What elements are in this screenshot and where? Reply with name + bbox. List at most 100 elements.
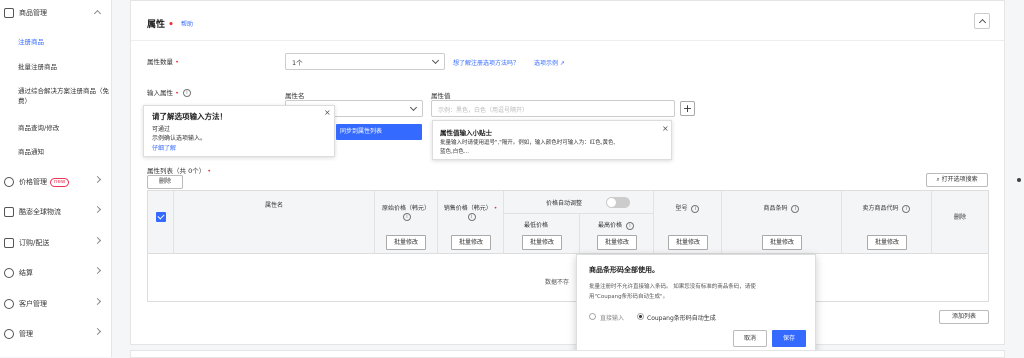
chevron-right-icon [93, 266, 102, 275]
attr-name-label: 属性名 [285, 92, 305, 100]
col-model: 型号 i 批量修改 [654, 191, 722, 254]
col-delete: 删除 [932, 191, 988, 254]
tip-title: 属性值输入小贴士 [440, 129, 492, 137]
info-icon: i [902, 204, 911, 213]
close-icon[interactable]: × [662, 124, 669, 133]
batch-edit-button[interactable]: 批量修改 [522, 235, 562, 250]
attr-count-select[interactable]: 1个 [285, 53, 445, 70]
tip-body: 批量输入时请使用逗号","隔开。例如，输入颜色时可输入为：红色,黄色, [440, 140, 616, 146]
nav-product-management[interactable]: 商品管理 [0, 4, 112, 22]
nav-settlement[interactable]: 结算 [0, 264, 112, 282]
nav-customer-management[interactable]: 客户管理 [0, 295, 112, 313]
sidebar-item-product-query[interactable]: 商品查询/修改 [18, 123, 110, 133]
info-icon: i [625, 221, 634, 230]
direct-input-radio[interactable] [589, 313, 596, 320]
info-icon: i [791, 204, 800, 213]
nav-label: 商品管理 [19, 9, 47, 17]
nav-label: 管理 [19, 330, 33, 338]
batch-edit-button[interactable]: 批量修改 [668, 235, 708, 250]
attr-list-label: 属性列表（共 0个） • [147, 167, 212, 175]
empty-state: 数据不存 [545, 279, 570, 286]
save-button[interactable]: 保存 [772, 330, 806, 347]
min-price-label: 最低价格 [524, 222, 549, 229]
dialog-body: 批量注册时不允许直接输入条码。 如果您没有标准的商品条码，请使 [589, 284, 756, 290]
sidebar-item-batch-register[interactable]: 批量注册商品 [18, 62, 110, 72]
batch-edit-button[interactable]: 批量修改 [867, 235, 907, 250]
popover-line: 可通过 [152, 126, 171, 133]
select-all-checkbox[interactable] [156, 212, 166, 222]
popover-line: 示例确认选项输入。 [152, 135, 207, 142]
delete-button[interactable]: 删除 [147, 175, 183, 189]
auto-barcode-radio[interactable] [637, 313, 644, 320]
chevron-right-icon [93, 297, 102, 306]
nav-price-management[interactable]: 价格管理 new [0, 173, 112, 191]
attr-value-input[interactable]: 示例：黑色，白色（用逗号隔开） [431, 100, 675, 117]
sidebar-item-solution-register[interactable]: 通过综合解决方案注册商品（免费） [18, 86, 110, 106]
open-option-search-button[interactable]: ⌕ 打开选项搜索 [926, 173, 988, 187]
info-icon: i [467, 213, 476, 221]
sync-to-list-button[interactable]: 同步到属性列表 [336, 124, 422, 140]
attr-value-label: 属性值 [431, 92, 451, 100]
learn-more-link[interactable]: 仔细了解 [152, 143, 176, 152]
batch-edit-button[interactable]: 批量修改 [451, 235, 491, 250]
sidebar: 商品管理 注册商品 批量注册商品 通过综合解决方案注册商品（免费） 商品查询/修… [0, 0, 112, 357]
input-method-popover: 请了解选项输入方法！ 可通过 示例确认选项输入。 仔细了解 × [143, 105, 335, 157]
won-icon [4, 268, 14, 278]
auto-price-toggle[interactable] [606, 197, 630, 208]
new-badge: new [50, 177, 70, 187]
search-icon: ⌕ [936, 176, 940, 183]
batch-edit-button[interactable]: 批量修改 [762, 235, 802, 250]
popover-title: 请了解选项输入方法！ [152, 112, 227, 121]
chevron-right-icon [93, 236, 102, 245]
auto-barcode-label: Coupang条形码自动生成 [647, 315, 716, 322]
box-icon [4, 8, 14, 18]
batch-edit-button[interactable]: 批量修改 [597, 235, 637, 250]
barcode-dialog: 商品条形码全部使用。 批量注册时不允许直接输入条码。 如果您没有标准的商品条码，… [576, 254, 816, 357]
nav-label: 客户管理 [19, 300, 47, 308]
col-sale-price: 销售价格（韩元） • i 批量修改 [438, 191, 504, 254]
options-example-link[interactable]: 选项示例 ↗ [534, 58, 565, 67]
nav-order-delivery[interactable]: 订购/配送 [0, 234, 112, 252]
nav-global-logistics[interactable]: 酷澎全球物流 [0, 203, 112, 221]
scroll-indicator [1017, 178, 1021, 182]
col-auto-price: 价格自动调整 最低价格 最高价格 i 批量修改 批量修改 [504, 191, 654, 254]
truck-icon [4, 207, 14, 217]
chevron-right-icon [93, 205, 102, 214]
chevron-up-icon [93, 9, 102, 18]
batch-edit-button[interactable]: 批量修改 [386, 235, 426, 250]
col-attr-name: 属性名 [174, 191, 375, 254]
attribute-table: 属性名 原始价格（韩元） i 批量修改 销售价格（韩元） • i 批量修改 价格… [147, 190, 989, 302]
cancel-button[interactable]: 取消 [733, 330, 767, 347]
nav-label: 价格管理 [19, 178, 47, 186]
info-icon: i [691, 204, 700, 213]
chevron-right-icon [93, 175, 102, 184]
chevron-right-icon [93, 327, 102, 336]
direct-input-label: 直接输入 [600, 315, 625, 322]
select-all-cell [148, 191, 174, 254]
max-price-label: 最高价格 i [598, 220, 634, 230]
col-original-price: 原始价格（韩元） i 批量修改 [375, 191, 438, 254]
sidebar-item-register-product[interactable]: 注册商品 [18, 37, 110, 47]
nav-label: 结算 [19, 269, 33, 277]
add-attr-value-button[interactable]: + [680, 101, 695, 116]
learn-options-link[interactable]: 想了解注册选项方法吗？ [453, 58, 519, 67]
nav-label: 订购/配送 [19, 239, 50, 247]
attributes-card: 属性 • 帮助 属性数量 • 1个 想了解注册选项方法吗？ 选项示例 ↗ 输入属… [130, 0, 1005, 345]
tip-body: 蓝色,白色... [440, 149, 469, 155]
tag-icon [4, 177, 14, 187]
close-icon[interactable]: × [324, 108, 331, 117]
card-header: 属性 • 帮助 [131, 1, 1004, 41]
add-list-button[interactable]: 添加列表 [939, 310, 989, 324]
sidebar-item-product-notice[interactable]: 商品通知 [18, 147, 110, 157]
collapse-button[interactable] [974, 13, 990, 29]
nav-management[interactable]: 管理 [0, 325, 112, 343]
dialog-body: 用"Coupang条形码自动生成"。 [589, 294, 669, 300]
nav-label: 酷澎全球物流 [19, 208, 61, 216]
info-icon: i [183, 89, 191, 97]
section-title: 属性 • [147, 20, 174, 30]
dialog-title: 商品条形码全部使用。 [589, 266, 659, 274]
chevron-down-icon [409, 103, 418, 112]
help-link[interactable]: 帮助 [181, 19, 193, 28]
col-seller-code: 卖方商品代码 i 批量修改 [842, 191, 932, 254]
cart-icon [4, 238, 14, 248]
